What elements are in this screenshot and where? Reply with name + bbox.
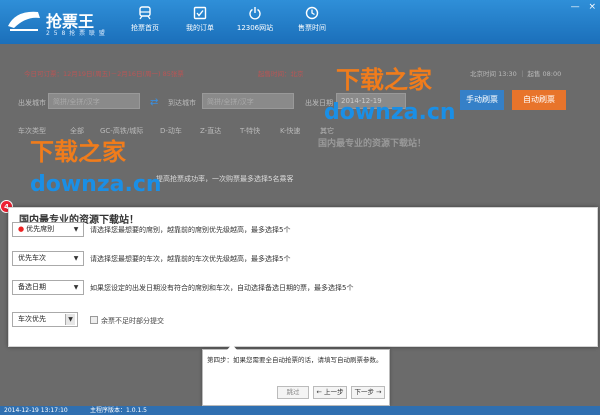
guide-tooltip: 第四步：如果您需要全自动抢票的话，请填写自动刷票参数。 跳过 ← 上一步 下一步… (202, 344, 390, 406)
priority-mode-select[interactable]: 车次优先 ▼ (12, 312, 78, 327)
seat-priority-desc: 请选择您最想要的席别，越靠前的席别优先级越高，最多选择5个 (90, 226, 291, 234)
filter-t[interactable]: T-特快 (240, 126, 260, 136)
auto-refresh-button[interactable]: 自动刷票 (512, 90, 566, 110)
nav-sale-time[interactable]: 售票时间 (282, 4, 342, 42)
priority-mode-label: 车次优先 (18, 315, 46, 323)
filter-other[interactable]: 其它 (320, 126, 334, 136)
prev-step-button[interactable]: ← 上一步 (313, 386, 347, 399)
backup-date-select[interactable]: 备选日期 ▼ (12, 280, 84, 295)
swap-icon[interactable]: ⇄ (150, 97, 158, 108)
seat-priority-label: 优先席别 (26, 225, 55, 233)
train-priority-select[interactable]: 优先车次 ▼ (12, 251, 84, 266)
train-priority-label: 优先车次 (18, 254, 46, 262)
filter-d[interactable]: D-动车 (160, 126, 182, 136)
hint-text: 提高抢票成功率，一次购票最多选择5名乘客 (156, 175, 294, 183)
chevron-down-icon: ▼ (73, 226, 79, 233)
to-city-input[interactable]: 简拼/全拼/汉字 (202, 93, 294, 109)
clock-icon (305, 6, 319, 20)
from-city-input[interactable]: 简拼/全拼/汉字 (48, 93, 140, 109)
close-button[interactable]: × (588, 2, 596, 12)
train-icon (139, 6, 151, 20)
guide-text: 第四步：如果您需要全自动抢票的话，请填写自动刷票参数。 (207, 356, 383, 364)
watermark-en-left: downza.cn (30, 172, 162, 197)
ghost-tagline: 国内最专业的资源下载站！ (318, 139, 427, 149)
to-label: 到达城市 (168, 99, 196, 107)
backup-date-label: 备选日期 (18, 283, 46, 291)
train-priority-desc: 请选择您最想要的车次，越靠前的车次优先级越高，最多选择5个 (90, 255, 291, 263)
nav-home[interactable]: 抢票首页 (115, 4, 175, 42)
nav-orders-label: 我的订单 (186, 24, 214, 32)
partial-submit-label: 余票不足时部分提交 (101, 317, 164, 325)
notice-mid: 起售时间：北京 (258, 70, 304, 78)
status-datetime: 2014-12-19 13:17:10 (4, 407, 68, 414)
nav-home-label: 抢票首页 (131, 24, 159, 32)
chevron-down-icon: ▼ (73, 255, 79, 262)
notice-right: 北京时间 13:30 ｜ 起售 08:00 (470, 70, 562, 78)
partial-submit-checkbox[interactable] (90, 316, 98, 324)
prev-step-label: 上一步 (324, 388, 344, 396)
filter-z[interactable]: Z-直达 (200, 126, 221, 136)
nav-12306-label: 12306网站 (236, 24, 274, 32)
watermark-cn-right: 下载之家 (336, 66, 432, 94)
nav-12306[interactable]: 12306网站 (225, 4, 285, 42)
status-version: 主程序版本：1.0.1.5 (90, 407, 147, 414)
nav-orders[interactable]: 我的订单 (170, 4, 230, 42)
app-logo: 抢票王 2 5 8 抢 票 联 盟 (6, 6, 114, 38)
backup-date-desc: 如果您设定的出发日期没有符合的席别和车次，自动选择备选日期的票，最多选择5个 (90, 284, 354, 292)
watermark-cn-left: 下载之家 (30, 138, 126, 166)
chevron-right-icon: → (373, 388, 382, 396)
chevron-left-icon: ← (316, 388, 324, 396)
notice-left: 今日可订票：12月19日(周五)－2月16日(周一) 85张票 (24, 70, 184, 78)
to-placeholder: 简拼/全拼/汉字 (207, 98, 254, 106)
watermark-en-right: downza.cn (324, 100, 456, 125)
tooltip-pointer (227, 344, 237, 350)
from-placeholder: 简拼/全拼/汉字 (53, 98, 100, 106)
minimize-button[interactable]: — (571, 2, 580, 12)
chevron-down-icon: ▼ (65, 314, 75, 325)
checklist-icon (193, 6, 207, 20)
app-header: 抢票王 2 5 8 抢 票 联 盟 抢票首页 我的订单 12306网站 售票时间 (0, 0, 600, 44)
power-icon (249, 7, 261, 20)
skip-button[interactable]: 跳过 (277, 386, 309, 399)
next-step-button[interactable]: 下一步 → (351, 386, 385, 399)
train-logo-icon (8, 11, 40, 31)
next-step-label: 下一步 (354, 388, 374, 396)
chevron-down-icon: ▼ (73, 284, 79, 291)
filter-k[interactable]: K-快速 (280, 126, 300, 136)
nav-sale-time-label: 售票时间 (298, 24, 326, 32)
status-bar: 2014-12-19 13:17:10 主程序版本：1.0.1.5 (0, 406, 600, 415)
app-subtitle: 2 5 8 抢 票 联 盟 (46, 30, 106, 37)
window-controls: — × (565, 2, 596, 12)
manual-refresh-button[interactable]: 手动刷票 (460, 90, 504, 110)
notice-bar: 今日可订票：12月19日(周五)－2月16日(周一) 85张票 起售时间：北京 … (0, 64, 600, 82)
from-label: 出发城市 (18, 99, 46, 107)
seat-priority-select[interactable]: ● 优先席别 ▼ (12, 222, 84, 237)
required-dot-icon: ● (18, 225, 25, 233)
